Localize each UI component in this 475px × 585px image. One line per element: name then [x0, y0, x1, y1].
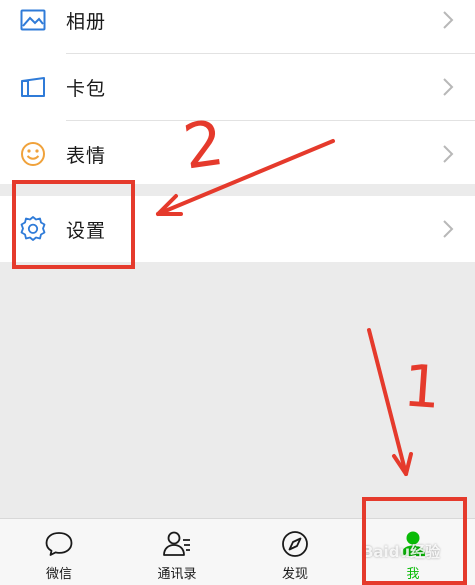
annotation-arrowhead-me [392, 452, 413, 476]
tab-label: 发现 [281, 567, 308, 582]
menu-item-label: 相册 [66, 10, 107, 33]
chevron-right-icon [443, 145, 454, 163]
menu-item-label: 卡包 [66, 77, 107, 100]
tab-contacts[interactable]: 通讯录 [118, 519, 236, 585]
me-page-screen: 相册 卡包 表情 设置 微信 通讯录 发现 我 Baidu经验 2 1 [0, 0, 475, 585]
emoji-icon [19, 140, 47, 168]
annotation-arrow-me [367, 328, 408, 476]
chat-bubble-icon [45, 532, 73, 556]
menu-group-settings: 设置 [0, 196, 475, 262]
menu-group-top: 相册 卡包 表情 [0, 0, 475, 187]
menu-item-label: 表情 [66, 144, 107, 167]
menu-item-label: 设置 [66, 219, 107, 242]
compass-icon [282, 531, 308, 557]
chevron-right-icon [443, 11, 454, 29]
album-icon [19, 6, 47, 34]
group-separator [0, 184, 475, 196]
menu-item-card-wallet[interactable]: 卡包 [0, 54, 475, 120]
contacts-icon [163, 531, 190, 556]
tab-discover[interactable]: 发现 [236, 519, 354, 585]
chevron-right-icon [443, 78, 454, 96]
menu-item-album[interactable]: 相册 [0, 0, 475, 53]
tab-label: 微信 [45, 567, 72, 582]
watermark: Baidu经验 [362, 543, 441, 561]
annotation-step-1: 1 [401, 351, 443, 421]
chevron-right-icon [443, 220, 454, 238]
tab-label: 通讯录 [157, 567, 197, 582]
tab-chats[interactable]: 微信 [0, 519, 118, 585]
gear-icon [19, 215, 47, 243]
menu-item-settings[interactable]: 设置 [0, 196, 475, 262]
menu-item-emoji[interactable]: 表情 [0, 121, 475, 187]
tab-label: 我 [406, 567, 420, 582]
card-wallet-icon [19, 73, 47, 101]
